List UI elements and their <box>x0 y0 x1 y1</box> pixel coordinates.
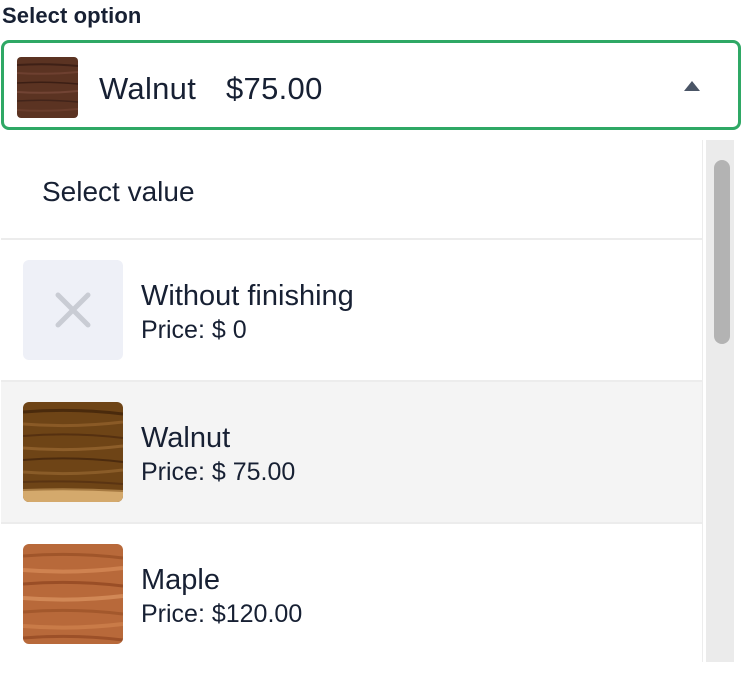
walnut-thumbnail <box>23 402 123 502</box>
option-name: Without finishing <box>141 280 354 312</box>
options-dropdown: Select value Without finishing Price: $ … <box>1 140 703 662</box>
x-icon <box>55 292 91 328</box>
option-price: Price: $120.00 <box>141 600 303 628</box>
option-maple[interactable]: Maple Price: $120.00 <box>1 524 702 662</box>
no-finish-thumbnail <box>23 260 123 360</box>
caret-up-icon[interactable] <box>684 81 700 91</box>
option-without-finishing[interactable]: Without finishing Price: $ 0 <box>1 240 702 382</box>
option-price: Price: $ 0 <box>141 316 247 344</box>
maple-thumbnail <box>23 544 123 644</box>
dropdown-scrollbar[interactable] <box>706 140 734 662</box>
dropdown-placeholder-row[interactable]: Select value <box>1 140 702 240</box>
scrollbar-thumb[interactable] <box>714 160 730 344</box>
option-name: Maple <box>141 564 220 596</box>
walnut-swatch <box>17 57 78 118</box>
option-name: Walnut <box>141 422 231 454</box>
placeholder-text: Select value <box>42 176 195 207</box>
selected-option-name: Walnut <box>99 71 197 106</box>
selected-option-price: $75.00 <box>226 71 323 106</box>
field-label: Select option <box>2 3 142 28</box>
finish-select[interactable]: Walnut $75.00 <box>1 40 741 130</box>
option-walnut[interactable]: Walnut Price: $ 75.00 <box>1 382 702 524</box>
option-price: Price: $ 75.00 <box>141 458 296 486</box>
